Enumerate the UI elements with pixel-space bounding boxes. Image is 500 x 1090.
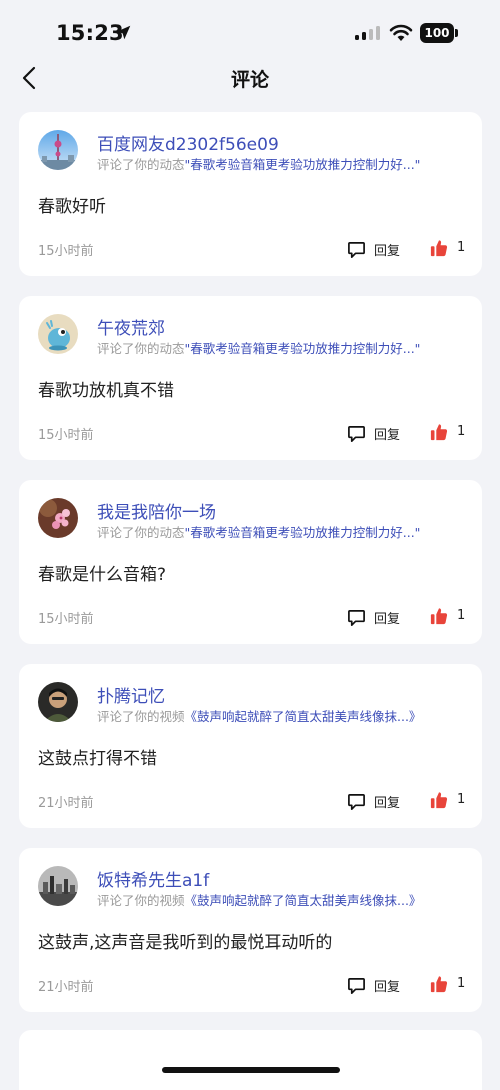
comment-bubble-icon: [348, 425, 365, 442]
comment-context[interactable]: 评论了你的动态"春歌考验音箱更考验功放推力控制力好...": [97, 522, 477, 541]
comment-context[interactable]: 评论了你的视频《鼓声响起就醉了简直太甜美声线像抹...》: [97, 706, 477, 725]
user-name[interactable]: 饭特希先生a1f: [97, 866, 209, 891]
like-count: 1: [457, 792, 466, 807]
context-prefix: 评论了你的视频: [97, 893, 185, 908]
location-arrow-icon: [116, 25, 131, 40]
comment-card[interactable]: 百度网友d2302f56e09 评论了你的动态"春歌考验音箱更考验功放推力控制力…: [19, 112, 482, 276]
comment-card[interactable]: 午夜荒郊 评论了你的动态"春歌考验音箱更考验功放推力控制力好..." 春歌功放机…: [19, 296, 482, 460]
timestamp: 21小时前: [38, 980, 94, 995]
user-name[interactable]: 我是我陪你一场: [97, 498, 216, 523]
reply-label: 回复: [374, 980, 401, 995]
comment-context[interactable]: 评论了你的视频《鼓声响起就醉了简直太甜美声线像抹...》: [97, 890, 477, 909]
comment-card[interactable]: 饭特希先生a1f 评论了你的视频《鼓声响起就醉了简直太甜美声线像抹...》 这鼓…: [19, 848, 482, 1012]
avatar[interactable]: [38, 130, 78, 170]
home-indicator[interactable]: [162, 1067, 340, 1073]
page-title: 评论: [230, 69, 269, 91]
comment-text: 春歌好听: [38, 197, 106, 217]
context-link[interactable]: "春歌考验音箱更考验功放推力控制力好...": [185, 157, 421, 172]
tower-photo-avatar-icon: [38, 130, 78, 170]
context-link[interactable]: "春歌考验音箱更考验功放推力控制力好...": [185, 525, 421, 540]
comment-text: 这鼓声,这声音是我听到的最悦耳动听的: [38, 933, 333, 953]
battery-tip: [455, 29, 458, 37]
thumbs-up-icon: [430, 792, 448, 809]
user-name[interactable]: 午夜荒郊: [97, 314, 165, 339]
reply-label: 回复: [374, 612, 401, 627]
context-link[interactable]: 《鼓声响起就醉了简直太甜美声线像抹...》: [185, 893, 422, 908]
status-bar: 15:23 100: [0, 0, 500, 58]
comment-card[interactable]: 扑腾记忆 评论了你的视频《鼓声响起就醉了简直太甜美声线像抹...》 这鼓点打得不…: [19, 664, 482, 828]
comment-context[interactable]: 评论了你的动态"春歌考验音箱更考验功放推力控制力好...": [97, 154, 477, 173]
wifi-icon: [389, 24, 413, 41]
timestamp: 15小时前: [38, 428, 94, 443]
context-prefix: 评论了你的动态: [97, 341, 185, 356]
reply-label: 回复: [374, 428, 401, 443]
nav-bar: 评论: [0, 58, 500, 100]
city-photo-avatar-icon: [38, 866, 78, 906]
context-link[interactable]: 《鼓声响起就醉了简直太甜美声线像抹...》: [185, 709, 422, 724]
battery-level: 100: [420, 23, 454, 43]
comment-bubble-icon: [348, 793, 365, 810]
context-prefix: 评论了你的动态: [97, 157, 185, 172]
person-photo-avatar-icon: [38, 682, 78, 722]
like-count: 1: [457, 424, 466, 439]
comment-bubble-icon: [348, 977, 365, 994]
comment-list: 百度网友d2302f56e09 评论了你的动态"春歌考验音箱更考验功放推力控制力…: [19, 112, 482, 1032]
context-link[interactable]: "春歌考验音箱更考验功放推力控制力好...": [185, 341, 421, 356]
comment-card-partial[interactable]: [19, 1030, 482, 1090]
comment-context[interactable]: 评论了你的动态"春歌考验音箱更考验功放推力控制力好...": [97, 338, 477, 357]
comment-text: 这鼓点打得不错: [38, 749, 157, 769]
thumbs-up-icon: [430, 976, 448, 993]
timestamp: 21小时前: [38, 796, 94, 811]
like-count: 1: [457, 240, 466, 255]
comment-bubble-icon: [348, 241, 365, 258]
cellular-signal-icon: [355, 26, 380, 40]
thumbs-up-icon: [430, 240, 448, 257]
thumbs-up-icon: [430, 608, 448, 625]
timestamp: 15小时前: [38, 244, 94, 259]
comment-text: 春歌功放机真不错: [38, 381, 174, 401]
flower-photo-avatar-icon: [38, 498, 78, 538]
cartoon-blob-avatar-icon: [38, 314, 78, 354]
context-prefix: 评论了你的视频: [97, 709, 185, 724]
avatar[interactable]: [38, 866, 78, 906]
comment-card[interactable]: 我是我陪你一场 评论了你的动态"春歌考验音箱更考验功放推力控制力好..." 春歌…: [19, 480, 482, 644]
avatar[interactable]: [38, 314, 78, 354]
avatar[interactable]: [38, 498, 78, 538]
comment-bubble-icon: [348, 609, 365, 626]
reply-label: 回复: [374, 796, 401, 811]
timestamp: 15小时前: [38, 612, 94, 627]
user-name[interactable]: 扑腾记忆: [97, 682, 165, 707]
user-name[interactable]: 百度网友d2302f56e09: [97, 130, 279, 155]
status-time: 15:23: [56, 21, 124, 45]
like-count: 1: [457, 976, 466, 991]
thumbs-up-icon: [430, 424, 448, 441]
battery-icon: 100: [420, 23, 458, 43]
like-count: 1: [457, 608, 466, 623]
context-prefix: 评论了你的动态: [97, 525, 185, 540]
comment-text: 春歌是什么音箱?: [38, 565, 167, 585]
avatar[interactable]: [38, 682, 78, 722]
reply-label: 回复: [374, 244, 401, 259]
